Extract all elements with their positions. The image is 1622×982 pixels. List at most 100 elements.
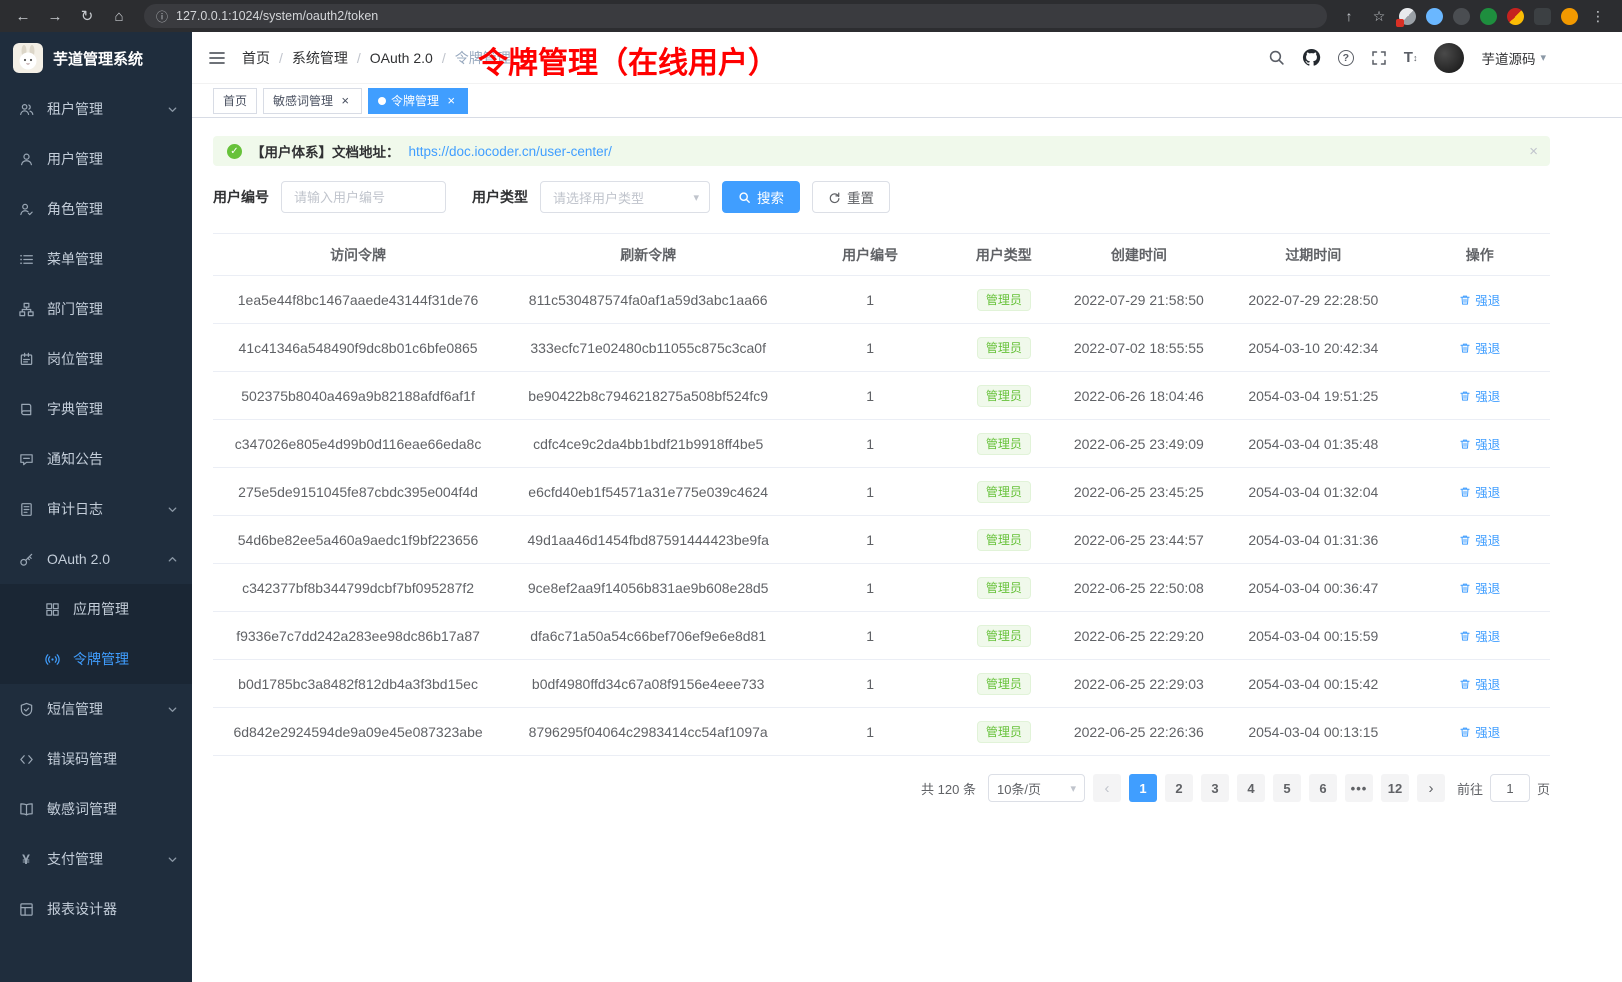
fullscreen-icon[interactable] [1371, 50, 1387, 66]
sidebar-item-sensitive[interactable]: 敏感词管理 [0, 784, 192, 834]
force-logout-button[interactable]: 强退 [1459, 626, 1500, 645]
home-icon[interactable]: ⌂ [106, 3, 132, 29]
table-row: c347026e805e4d99b0d116eae66eda8ccdfc4ce9… [213, 420, 1550, 468]
page-button-5[interactable]: 5 [1273, 774, 1301, 802]
breadcrumb-item[interactable]: 系统管理 [292, 48, 348, 68]
extension-icon[interactable] [1453, 8, 1470, 25]
sidebar-item-audit[interactable]: 审计日志 [0, 484, 192, 534]
sidebar-item-pay[interactable]: ¥支付管理 [0, 834, 192, 884]
sidebar-item-report[interactable]: 报表设计器 [0, 884, 192, 934]
cell-access-token: 275e5de9151045fe87cbdc395e004f4d [213, 468, 503, 516]
force-logout-button[interactable]: 强退 [1459, 338, 1500, 357]
user-type-placeholder: 请选择用户类型 [553, 188, 644, 207]
sidebar-item-label: 敏感词管理 [47, 799, 117, 819]
sidebar-item-post[interactable]: 岗位管理 [0, 334, 192, 384]
post-icon [18, 351, 34, 367]
help-icon[interactable]: ? [1338, 50, 1354, 66]
forward-icon[interactable]: → [42, 3, 68, 29]
cell-refresh-token: e6cfd40eb1f54571a31e775e039c4624 [503, 468, 793, 516]
table-row: 6d842e2924594de9a09e45e087323abe8796295f… [213, 708, 1550, 756]
tab-sensitive-word[interactable]: 敏感词管理× [263, 88, 362, 114]
page-button-3[interactable]: 3 [1201, 774, 1229, 802]
hamburger-icon[interactable] [208, 49, 226, 67]
prev-page-button[interactable]: ‹ [1093, 774, 1121, 802]
select-caret-icon: ▾ [1070, 782, 1076, 795]
sidebar-item-notice[interactable]: 通知公告 [0, 434, 192, 484]
profile-avatar-icon[interactable] [1561, 8, 1578, 25]
page-info-icon[interactable]: ⓘ [156, 8, 168, 25]
force-logout-button[interactable]: 强退 [1459, 722, 1500, 741]
reset-button[interactable]: 重置 [812, 181, 890, 213]
trash-icon [1459, 390, 1471, 402]
page-ellipsis[interactable]: ••• [1345, 774, 1373, 802]
user-type-label: 用户类型 [472, 187, 528, 207]
extension-icon[interactable] [1426, 8, 1443, 25]
extension-icon[interactable] [1534, 8, 1551, 25]
tab-label: 首页 [223, 92, 247, 109]
cell-refresh-token: 8796295f04064c2983414cc54af1097a [503, 708, 793, 756]
trash-icon [1459, 582, 1471, 594]
breadcrumb-item[interactable]: 首页 [242, 48, 270, 68]
browser-menu-icon[interactable]: ⋮ [1588, 8, 1608, 25]
force-logout-button[interactable]: 强退 [1459, 578, 1500, 597]
app-logo[interactable]: 芋道管理系统 [0, 32, 192, 84]
back-icon[interactable]: ← [10, 3, 36, 29]
force-logout-button[interactable]: 强退 [1459, 482, 1500, 501]
address-bar[interactable]: ⓘ 127.0.0.1:1024/system/oauth2/token [144, 4, 1327, 28]
reload-icon[interactable]: ↻ [74, 3, 100, 29]
tab-close-icon[interactable]: × [338, 94, 352, 108]
user-avatar[interactable] [1434, 43, 1464, 73]
sidebar-item-dict[interactable]: 字典管理 [0, 384, 192, 434]
table-row: 41c41346a548490f9dc8b01c6bfe0865333ecfc7… [213, 324, 1550, 372]
force-logout-button[interactable]: 强退 [1459, 290, 1500, 309]
page-button-12[interactable]: 12 [1381, 774, 1409, 802]
page-button-6[interactable]: 6 [1309, 774, 1337, 802]
page-button-1[interactable]: 1 [1129, 774, 1157, 802]
sidebar-item-sms[interactable]: 短信管理 [0, 684, 192, 734]
sidebar-item-dept[interactable]: 部门管理 [0, 284, 192, 334]
search-icon[interactable] [1268, 49, 1285, 66]
tab-close-icon[interactable]: × [444, 94, 458, 108]
page-button-2[interactable]: 2 [1165, 774, 1193, 802]
breadcrumb-separator: / [357, 50, 361, 66]
extension-puzzle-icon[interactable] [1507, 8, 1524, 25]
extension-icon[interactable] [1480, 8, 1497, 25]
table-row: c342377bf8b344799dcbf7bf095287f29ce8ef2a… [213, 564, 1550, 612]
github-icon[interactable] [1302, 48, 1321, 67]
page-size-select[interactable]: 10条/页 ▾ [988, 774, 1085, 802]
sidebar-item-user[interactable]: 用户管理 [0, 134, 192, 184]
sidebar-item-label: 应用管理 [73, 599, 129, 619]
extension-icon[interactable] [1399, 8, 1416, 25]
force-logout-button[interactable]: 强退 [1459, 674, 1500, 693]
user-id-input[interactable] [281, 181, 446, 213]
sidebar-item-oauth2-app[interactable]: 应用管理 [0, 584, 192, 634]
tab-token[interactable]: 令牌管理× [368, 88, 468, 114]
breadcrumb-item[interactable]: OAuth 2.0 [370, 50, 433, 66]
tab-home[interactable]: 首页 [213, 88, 257, 114]
sidebar-item-oauth2-token[interactable]: 令牌管理 [0, 634, 192, 684]
page-button-4[interactable]: 4 [1237, 774, 1265, 802]
share-icon[interactable]: ↑ [1339, 8, 1359, 24]
user-type-select[interactable]: 请选择用户类型 ▾ [540, 181, 710, 213]
goto-page-input[interactable] [1490, 774, 1530, 802]
sidebar-item-errcode[interactable]: 错误码管理 [0, 734, 192, 784]
force-logout-button[interactable]: 强退 [1459, 434, 1500, 453]
sidebar-item-menu[interactable]: 菜单管理 [0, 234, 192, 284]
alert-close-icon[interactable]: × [1529, 143, 1538, 160]
sidebar-menu: 租户管理用户管理角色管理菜单管理部门管理岗位管理字典管理通知公告审计日志OAut… [0, 84, 192, 934]
user-menu[interactable]: 芋道源码▾ [1481, 48, 1546, 68]
bookmark-star-icon[interactable]: ☆ [1369, 8, 1389, 25]
next-page-button[interactable]: › [1417, 774, 1445, 802]
force-logout-button[interactable]: 强退 [1459, 530, 1500, 549]
cell-refresh-token: b0df4980ffd34c67a08f9156e4eee733 [503, 660, 793, 708]
alert-doc-link[interactable]: https://doc.iocoder.cn/user-center/ [409, 144, 612, 159]
sidebar-item-role[interactable]: 角色管理 [0, 184, 192, 234]
sidebar-item-oauth2[interactable]: OAuth 2.0 [0, 534, 192, 584]
cell-user-id: 1 [793, 420, 947, 468]
font-size-icon[interactable]: T↕ [1404, 49, 1418, 66]
force-logout-button[interactable]: 强退 [1459, 386, 1500, 405]
sidebar-item-tenant[interactable]: 租户管理 [0, 84, 192, 134]
sidebar-item-label: 支付管理 [47, 849, 103, 869]
column-header: 操作 [1410, 234, 1550, 276]
search-button[interactable]: 搜索 [722, 181, 800, 213]
